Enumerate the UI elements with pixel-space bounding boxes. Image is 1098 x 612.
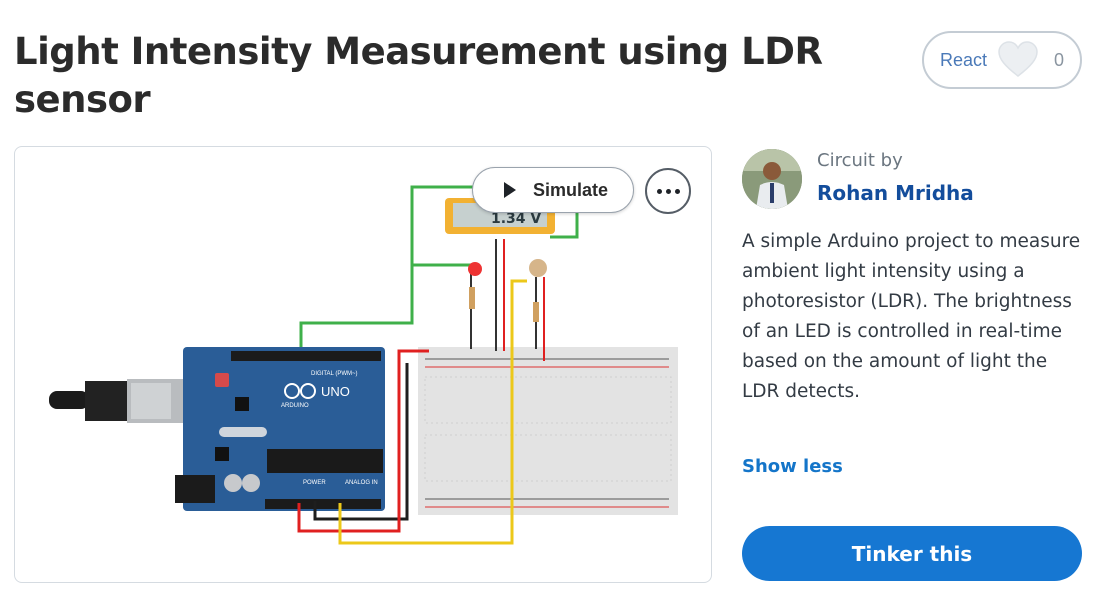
multimeter-reading: 1.34 V xyxy=(491,211,541,227)
simulate-label: Simulate xyxy=(533,179,609,200)
react-label: React xyxy=(940,49,988,70)
board-power-text: POWER xyxy=(303,480,326,486)
board-digital-text: DIGITAL (PWM~) xyxy=(311,371,358,377)
react-count: 0 xyxy=(1053,49,1064,70)
project-description: A simple Arduino project to measure ambi… xyxy=(742,231,1081,402)
react-button[interactable]: React 0 xyxy=(922,31,1082,89)
more-options-icon xyxy=(656,188,662,194)
avatar[interactable] xyxy=(742,149,802,209)
board-logo-text: UNO xyxy=(321,384,350,399)
board-analog-text: ANALOG IN xyxy=(345,480,378,486)
page-title: Light Intensity Measurement using LDR se… xyxy=(14,30,823,121)
breadboard xyxy=(418,347,678,515)
simulate-button[interactable]: Simulate xyxy=(472,167,634,213)
author-name-link[interactable]: Rohan Mridha xyxy=(817,181,974,205)
more-options-button[interactable] xyxy=(645,168,691,214)
circuit-preview[interactable]: UNO ARDUINO DIGITAL (PWM~) POWER ANALOG … xyxy=(14,146,712,583)
board-brand-text: ARDUINO xyxy=(281,403,309,409)
play-icon xyxy=(504,182,516,198)
show-less-link[interactable]: Show less xyxy=(742,456,843,477)
avatar-image xyxy=(742,149,802,209)
circuit-by-label: Circuit by xyxy=(817,150,903,171)
ldr xyxy=(529,259,547,361)
arduino-board: UNO ARDUINO DIGITAL (PWM~) POWER ANALOG … xyxy=(175,347,385,511)
led xyxy=(468,262,482,349)
tinker-this-button[interactable]: Tinker this xyxy=(742,526,1082,581)
heart-icon xyxy=(998,41,1038,77)
